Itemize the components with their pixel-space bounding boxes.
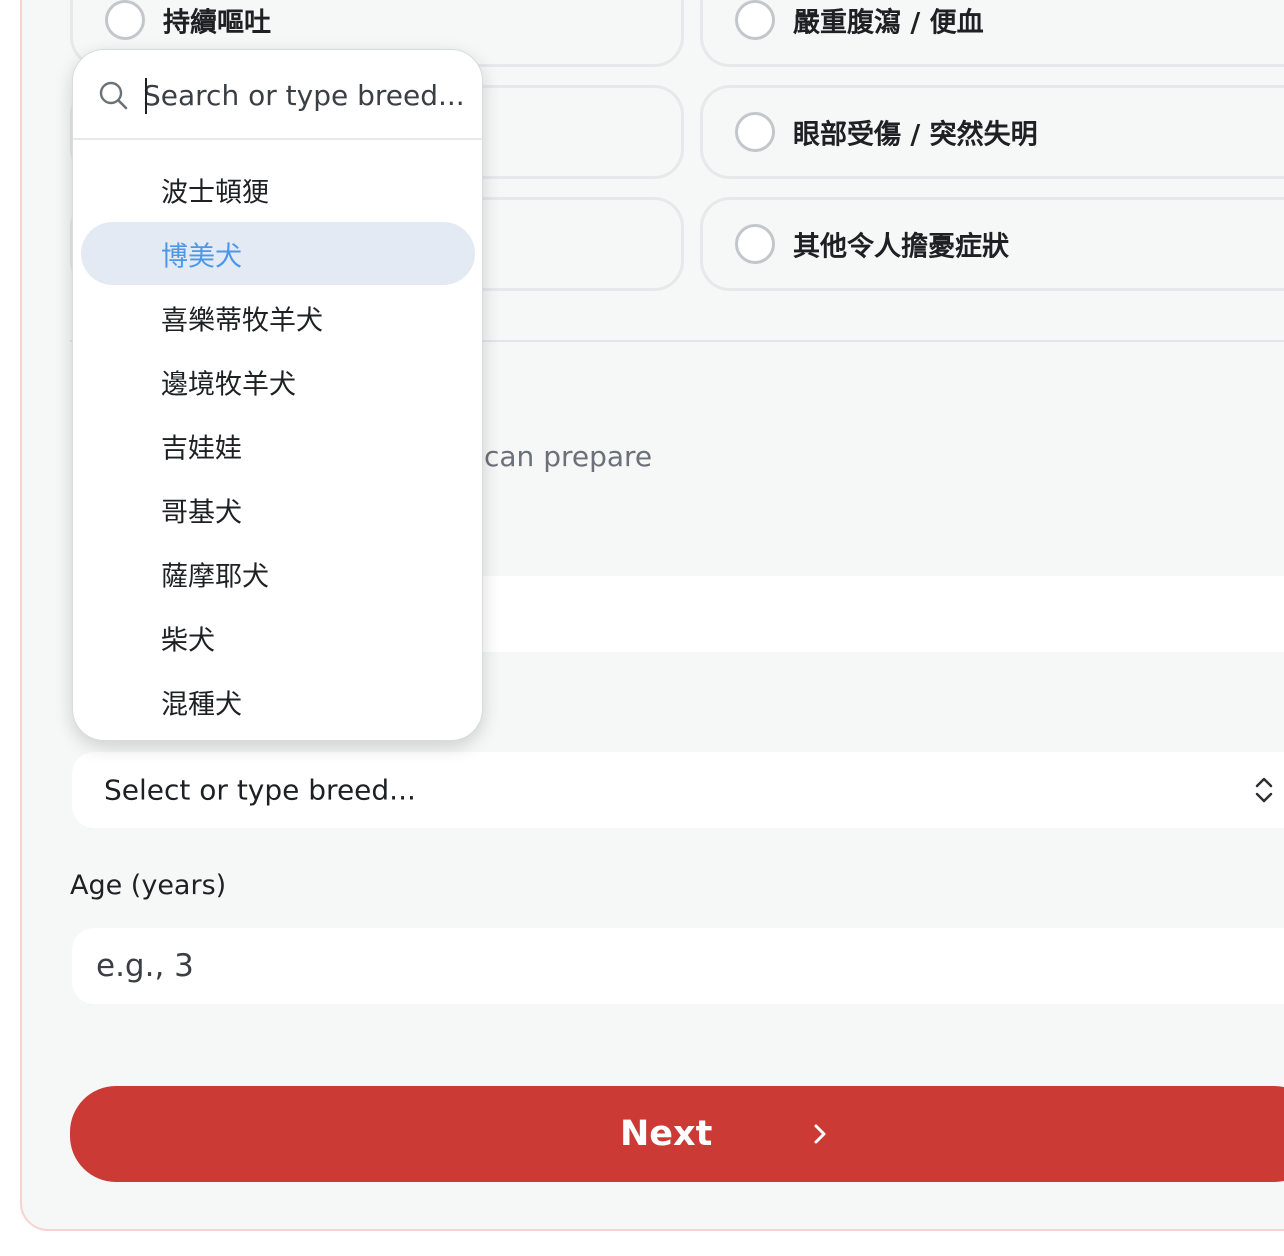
- radio-button[interactable]: [735, 0, 775, 40]
- breed-select[interactable]: Select or type breed...: [72, 752, 1284, 828]
- breed-select-placeholder: Select or type breed...: [104, 773, 416, 807]
- breed-option[interactable]: 博美犬: [81, 222, 475, 285]
- breed-option[interactable]: 吉娃娃: [81, 414, 475, 477]
- next-button[interactable]: Next: [70, 1086, 1284, 1182]
- breed-option[interactable]: 邊境牧羊犬: [81, 350, 475, 413]
- text-caret: [145, 78, 147, 114]
- search-icon: [99, 81, 128, 110]
- breed-option[interactable]: 薩摩耶犬: [81, 542, 475, 605]
- age-label: Age (years): [70, 870, 227, 901]
- breed-option-label: 混種犬: [161, 689, 242, 720]
- chevron-up-down-icon: [1255, 777, 1273, 803]
- breed-option[interactable]: 混種犬: [81, 670, 475, 733]
- symptom-label: 其他令人擔憂症狀: [793, 231, 1009, 263]
- breed-option-label: 吉娃娃: [161, 433, 242, 464]
- symptom-label: 眼部受傷 / 突然失明: [793, 119, 1038, 151]
- symptom-label: 嚴重腹瀉 / 便血: [793, 7, 984, 39]
- breed-option-label: 喜樂蒂牧羊犬: [161, 305, 323, 336]
- breed-option-label: 邊境牧羊犬: [161, 369, 296, 400]
- breed-option[interactable]: 波士頓㹴: [81, 158, 475, 221]
- radio-button[interactable]: [735, 112, 775, 152]
- radio-button[interactable]: [105, 0, 145, 40]
- breed-option-label: 博美犬: [161, 241, 242, 272]
- symptom-label: 持續嘔吐: [163, 7, 271, 39]
- age-field[interactable]: [72, 928, 1284, 1004]
- breed-option[interactable]: 喜樂蒂牧羊犬: [81, 286, 475, 349]
- next-button-label: Next: [620, 1114, 713, 1154]
- breed-option-label: 柴犬: [161, 625, 215, 656]
- symptom-option-eye-injury[interactable]: 眼部受傷 / 突然失明: [700, 85, 1284, 179]
- radio-button[interactable]: [735, 224, 775, 264]
- breed-option-label: 哥基犬: [161, 497, 242, 528]
- symptom-option-other[interactable]: 其他令人擔憂症狀: [700, 197, 1284, 291]
- breed-option-label: 波士頓㹴: [161, 177, 269, 208]
- age-input[interactable]: [96, 928, 996, 1004]
- breed-search-bar: [73, 50, 482, 140]
- chevron-right-icon: [814, 1124, 826, 1144]
- breed-dropdown: 波士頓㹴博美犬喜樂蒂牧羊犬邊境牧羊犬吉娃娃哥基犬薩摩耶犬柴犬混種犬: [72, 49, 483, 741]
- breed-option-label: 薩摩耶犬: [161, 561, 269, 592]
- breed-search-input[interactable]: [143, 50, 463, 140]
- symptom-option-diarrhea[interactable]: 嚴重腹瀉 / 便血: [700, 0, 1284, 67]
- breed-option[interactable]: 哥基犬: [81, 478, 475, 541]
- page: 持續嘔吐 嚴重腹瀉 / 便血 眼部受傷 / 突然失明 其他令人擔憂症狀 can …: [0, 0, 1284, 1256]
- breed-option[interactable]: 柴犬: [81, 606, 475, 669]
